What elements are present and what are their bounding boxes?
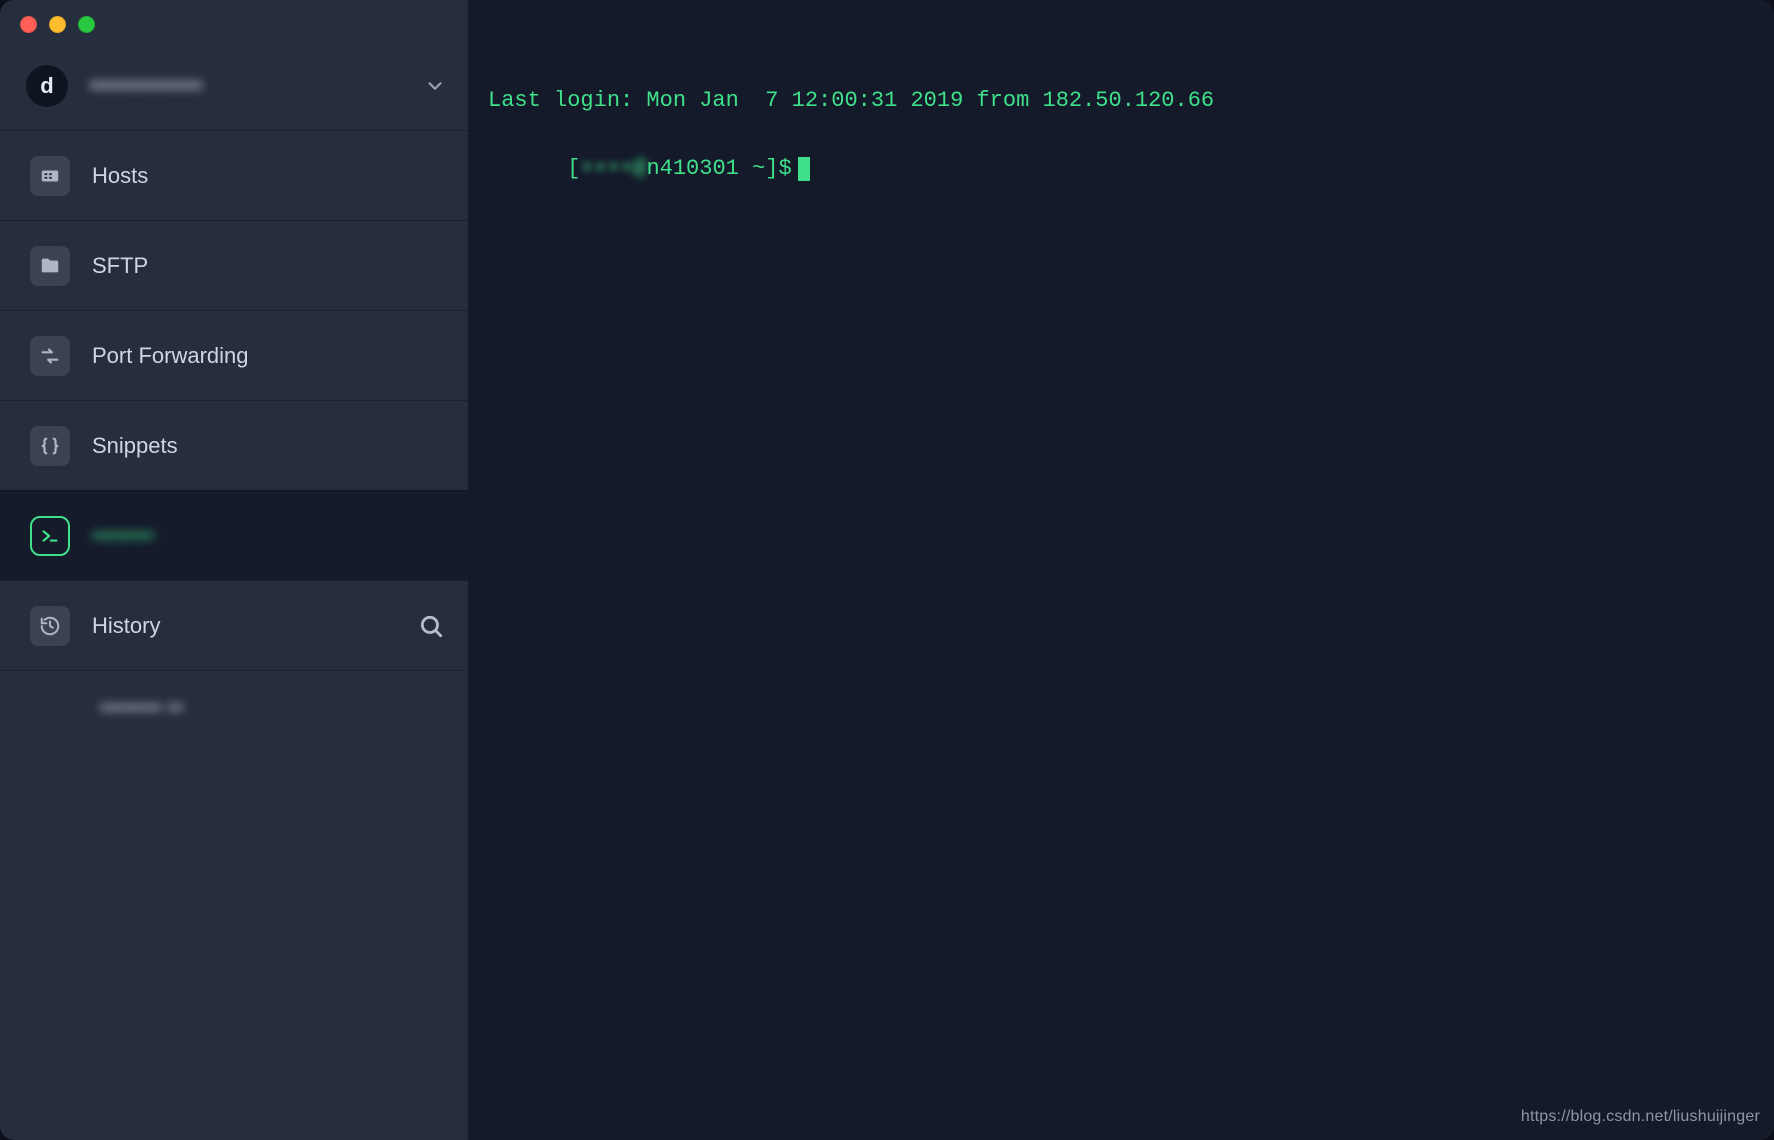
sidebar-item-hosts[interactable]: Hosts [0, 130, 468, 220]
sidebar-item-history[interactable]: History [0, 580, 468, 670]
chevron-down-icon[interactable] [420, 71, 450, 101]
sidebar: d •••••••••••• Hosts [0, 0, 468, 1140]
history-icon [30, 606, 70, 646]
sidebar-item-label: History [92, 613, 160, 639]
history-entry[interactable]: •••••••• •• [0, 670, 468, 744]
hosts-icon [30, 156, 70, 196]
terminal-cursor [798, 157, 810, 181]
prompt-host: n410301 [646, 152, 738, 186]
sidebar-spacer [0, 744, 468, 1140]
window-maximize-button[interactable] [78, 16, 95, 33]
connection-avatar: d [26, 65, 68, 107]
terminal-pane[interactable]: Last login: Mon Jan 7 12:00:31 2019 from… [468, 0, 1774, 1140]
connection-name-obscured: •••••••••••• [90, 72, 420, 100]
prompt-path: ~ [752, 152, 765, 186]
prompt-suffix: ]$ [765, 152, 791, 186]
prompt-user-obscured: ••••@ [580, 152, 646, 186]
sidebar-item-active-session[interactable]: •••••••• [0, 490, 468, 580]
sidebar-item-sftp[interactable]: SFTP [0, 220, 468, 310]
sidebar-item-port-forwarding[interactable]: Port Forwarding [0, 310, 468, 400]
window-close-button[interactable] [20, 16, 37, 33]
port-forwarding-icon [30, 336, 70, 376]
window-controls [0, 0, 468, 42]
history-entry-label-obscured: •••••••• •• [100, 695, 183, 721]
folder-icon [30, 246, 70, 286]
prompt-open-bracket: [ [567, 152, 580, 186]
sidebar-item-label-obscured: •••••••• [92, 523, 154, 549]
image-watermark: https://blog.csdn.net/liushuijinger [1521, 1105, 1760, 1130]
terminal-icon [30, 516, 70, 556]
terminal-prompt-line: [••••@n410301 ~]$ [567, 152, 809, 186]
search-icon[interactable] [418, 613, 444, 639]
window-minimize-button[interactable] [49, 16, 66, 33]
window-body: d •••••••••••• Hosts [0, 0, 1774, 1140]
prompt-space [739, 152, 752, 186]
sidebar-item-label: Snippets [92, 433, 178, 459]
sidebar-item-label: SFTP [92, 253, 148, 279]
snippets-icon [30, 426, 70, 466]
sidebar-item-snippets[interactable]: Snippets [0, 400, 468, 490]
sidebar-item-label: Hosts [92, 163, 148, 189]
sidebar-nav: Hosts SFTP Port Forwarding [0, 130, 468, 744]
sidebar-item-label: Port Forwarding [92, 343, 249, 369]
connection-avatar-glyph: d [40, 73, 53, 99]
connection-selector[interactable]: d •••••••••••• [0, 42, 468, 130]
terminal-last-login-line: Last login: Mon Jan 7 12:00:31 2019 from… [488, 84, 1754, 118]
app-window: d •••••••••••• Hosts [0, 0, 1774, 1140]
